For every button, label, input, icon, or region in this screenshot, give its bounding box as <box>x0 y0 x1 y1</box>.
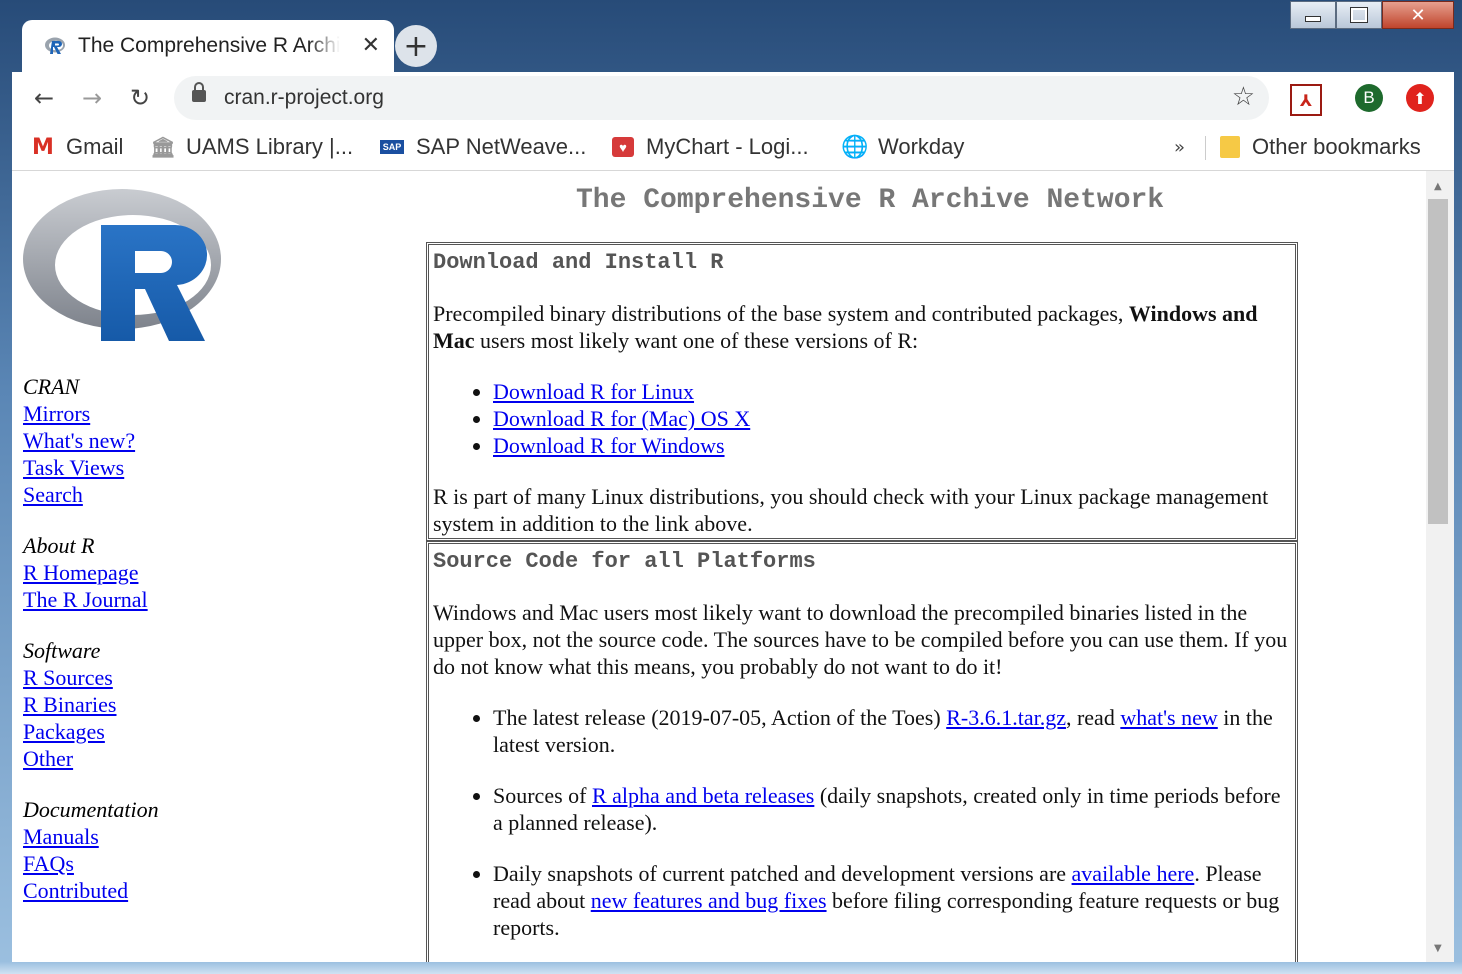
intro-text: Precompiled binary distributions of the … <box>433 301 1129 326</box>
nav-link-r-binaries[interactable]: R Binaries <box>23 691 117 718</box>
item-text: Daily snapshots of current patched and d… <box>493 861 1072 886</box>
globe-icon: 🌐 <box>841 134 869 160</box>
vertical-scrollbar[interactable]: ▲ ▼ <box>1426 171 1454 962</box>
bookmark-sap[interactable]: SAP SAP NetWeave... <box>380 132 586 162</box>
nav-link-packages[interactable]: Packages <box>23 718 117 745</box>
source-list: The latest release (2019-07-05, Action o… <box>433 704 1293 941</box>
nav-link-mirrors[interactable]: Mirrors <box>23 400 135 427</box>
nav-section-cran: CRAN Mirrors What's new? Task Views Sear… <box>23 373 135 508</box>
download-links: Download R for Linux Download R for (Mac… <box>433 378 1293 459</box>
alpha-beta-link[interactable]: R alpha and beta releases <box>592 783 814 808</box>
linux-note: R is part of many Linux distributions, y… <box>433 484 1269 536</box>
update-icon[interactable]: ⬆ <box>1406 84 1434 112</box>
download-linux-link[interactable]: Download R for Linux <box>493 379 694 404</box>
bookmark-label: Gmail <box>66 134 124 159</box>
scroll-down-icon[interactable]: ▼ <box>1434 943 1442 954</box>
nav-link-task-views[interactable]: Task Views <box>23 454 135 481</box>
bookmark-uams-library[interactable]: 🏛 UAMS Library |... <box>150 132 354 162</box>
r-logo <box>23 189 221 341</box>
nav-link-other[interactable]: Other <box>23 745 117 772</box>
nav-link-r-sources[interactable]: R Sources <box>23 664 117 691</box>
reload-button[interactable]: ↻ <box>124 82 156 114</box>
item-text: The latest release (2019-07-05, Action o… <box>493 705 947 730</box>
tab-title: The Comprehensive R Archive Network <box>78 34 340 57</box>
bookmark-workday[interactable]: 🌐 Workday <box>841 132 965 162</box>
forward-button[interactable]: → <box>76 82 108 114</box>
list-item: Download R for Linux <box>493 378 1293 405</box>
box-heading: Download and Install R <box>433 250 724 275</box>
gmail-icon: M <box>32 134 54 160</box>
profile-avatar[interactable]: B <box>1355 84 1383 112</box>
other-bookmarks[interactable]: Other bookmarks <box>1220 132 1421 162</box>
download-intro: Precompiled binary distributions of the … <box>433 300 1293 354</box>
nav-heading: CRAN <box>23 374 80 399</box>
download-windows-link[interactable]: Download R for Windows <box>493 433 725 458</box>
bookmark-gmail[interactable]: M Gmail <box>32 132 123 162</box>
browser-toolbar: ← → ↻ cran.r-project.org ☆ ⅄ B ⬆ <box>12 72 1454 124</box>
folder-icon <box>1220 136 1240 158</box>
active-tab[interactable]: The Comprehensive R Archive Network ✕ <box>22 20 394 72</box>
nav-link-whats-new[interactable]: What's new? <box>23 427 135 454</box>
download-macos-link[interactable]: Download R for (Mac) OS X <box>493 406 750 431</box>
scroll-up-icon[interactable]: ▲ <box>1434 181 1442 192</box>
nav-heading: About R <box>23 533 95 558</box>
url-text[interactable]: cran.r-project.org <box>224 86 384 110</box>
bookmarks-divider <box>1205 136 1206 160</box>
window-bottom-edge <box>0 962 1462 974</box>
page-title: The Comprehensive R Archive Network <box>576 185 1165 216</box>
lock-icon <box>192 82 206 102</box>
tab-strip: The Comprehensive R Archive Network ✕ + <box>12 20 1454 72</box>
list-item: Daily snapshots of current patched and d… <box>493 860 1293 941</box>
whats-new-link[interactable]: what's new <box>1120 705 1217 730</box>
scrollbar-thumb[interactable] <box>1428 199 1448 524</box>
back-button[interactable]: ← <box>28 82 60 114</box>
address-bar[interactable]: cran.r-project.org ☆ <box>174 76 1269 120</box>
list-item: Sources of R alpha and beta releases (da… <box>493 782 1293 836</box>
bookmarks-bar: M Gmail 🏛 UAMS Library |... SAP SAP NetW… <box>12 124 1454 171</box>
bookmark-label: UAMS Library |... <box>186 134 354 159</box>
new-tab-button[interactable]: + <box>395 25 437 67</box>
bookmark-label: MyChart - Logi... <box>646 134 809 159</box>
source-code-box: Source Code for all Platforms Windows an… <box>426 541 1298 962</box>
nav-heading: Software <box>23 638 101 663</box>
download-install-box: Download and Install R Precompiled binar… <box>426 242 1298 541</box>
new-features-link[interactable]: new features and bug fixes <box>591 888 827 913</box>
item-text: Sources of <box>493 783 592 808</box>
tab-close-icon[interactable]: ✕ <box>362 32 380 58</box>
page-viewport: CRAN Mirrors What's new? Task Views Sear… <box>12 171 1426 962</box>
box-heading: Source Code for all Platforms <box>433 549 816 574</box>
nav-link-contributed[interactable]: Contributed <box>23 877 159 904</box>
item-text: , read <box>1065 705 1121 730</box>
nav-link-r-journal[interactable]: The R Journal <box>23 586 148 613</box>
intro-text: users most likely want one of these vers… <box>474 328 919 353</box>
sap-icon: SAP <box>380 140 404 154</box>
other-bookmarks-label: Other bookmarks <box>1252 134 1421 159</box>
mychart-icon: ♥ <box>612 137 634 157</box>
nav-link-search[interactable]: Search <box>23 481 135 508</box>
bookmark-label: Workday <box>878 134 965 159</box>
bookmarks-overflow-button[interactable]: » <box>1174 132 1185 162</box>
nav-link-r-homepage[interactable]: R Homepage <box>23 559 148 586</box>
nav-section-about: About R R Homepage The R Journal <box>23 532 148 613</box>
r-tarball-link[interactable]: R-3.6.1.tar.gz <box>946 705 1066 730</box>
r-favicon-icon <box>45 37 65 54</box>
list-item: Download R for Windows <box>493 432 1293 459</box>
source-intro: Windows and Mac users most likely want t… <box>433 600 1288 679</box>
nav-link-faqs[interactable]: FAQs <box>23 850 159 877</box>
bookmark-label: SAP NetWeave... <box>416 134 587 159</box>
list-item: The latest release (2019-07-05, Action o… <box>493 704 1293 758</box>
pdf-extension-icon[interactable]: ⅄ <box>1290 84 1322 116</box>
nav-heading: Documentation <box>23 797 159 822</box>
bookmark-star-icon[interactable]: ☆ <box>1232 82 1255 112</box>
nav-link-manuals[interactable]: Manuals <box>23 823 159 850</box>
bookmark-mychart[interactable]: ♥ MyChart - Logi... <box>612 132 809 162</box>
library-icon: 🏛 <box>150 135 176 159</box>
list-item: Download R for (Mac) OS X <box>493 405 1293 432</box>
available-here-link[interactable]: available here <box>1072 861 1195 886</box>
nav-section-software: Software R Sources R Binaries Packages O… <box>23 637 117 772</box>
nav-section-documentation: Documentation Manuals FAQs Contributed <box>23 796 159 904</box>
chevron-double-right-icon: » <box>1174 136 1186 158</box>
